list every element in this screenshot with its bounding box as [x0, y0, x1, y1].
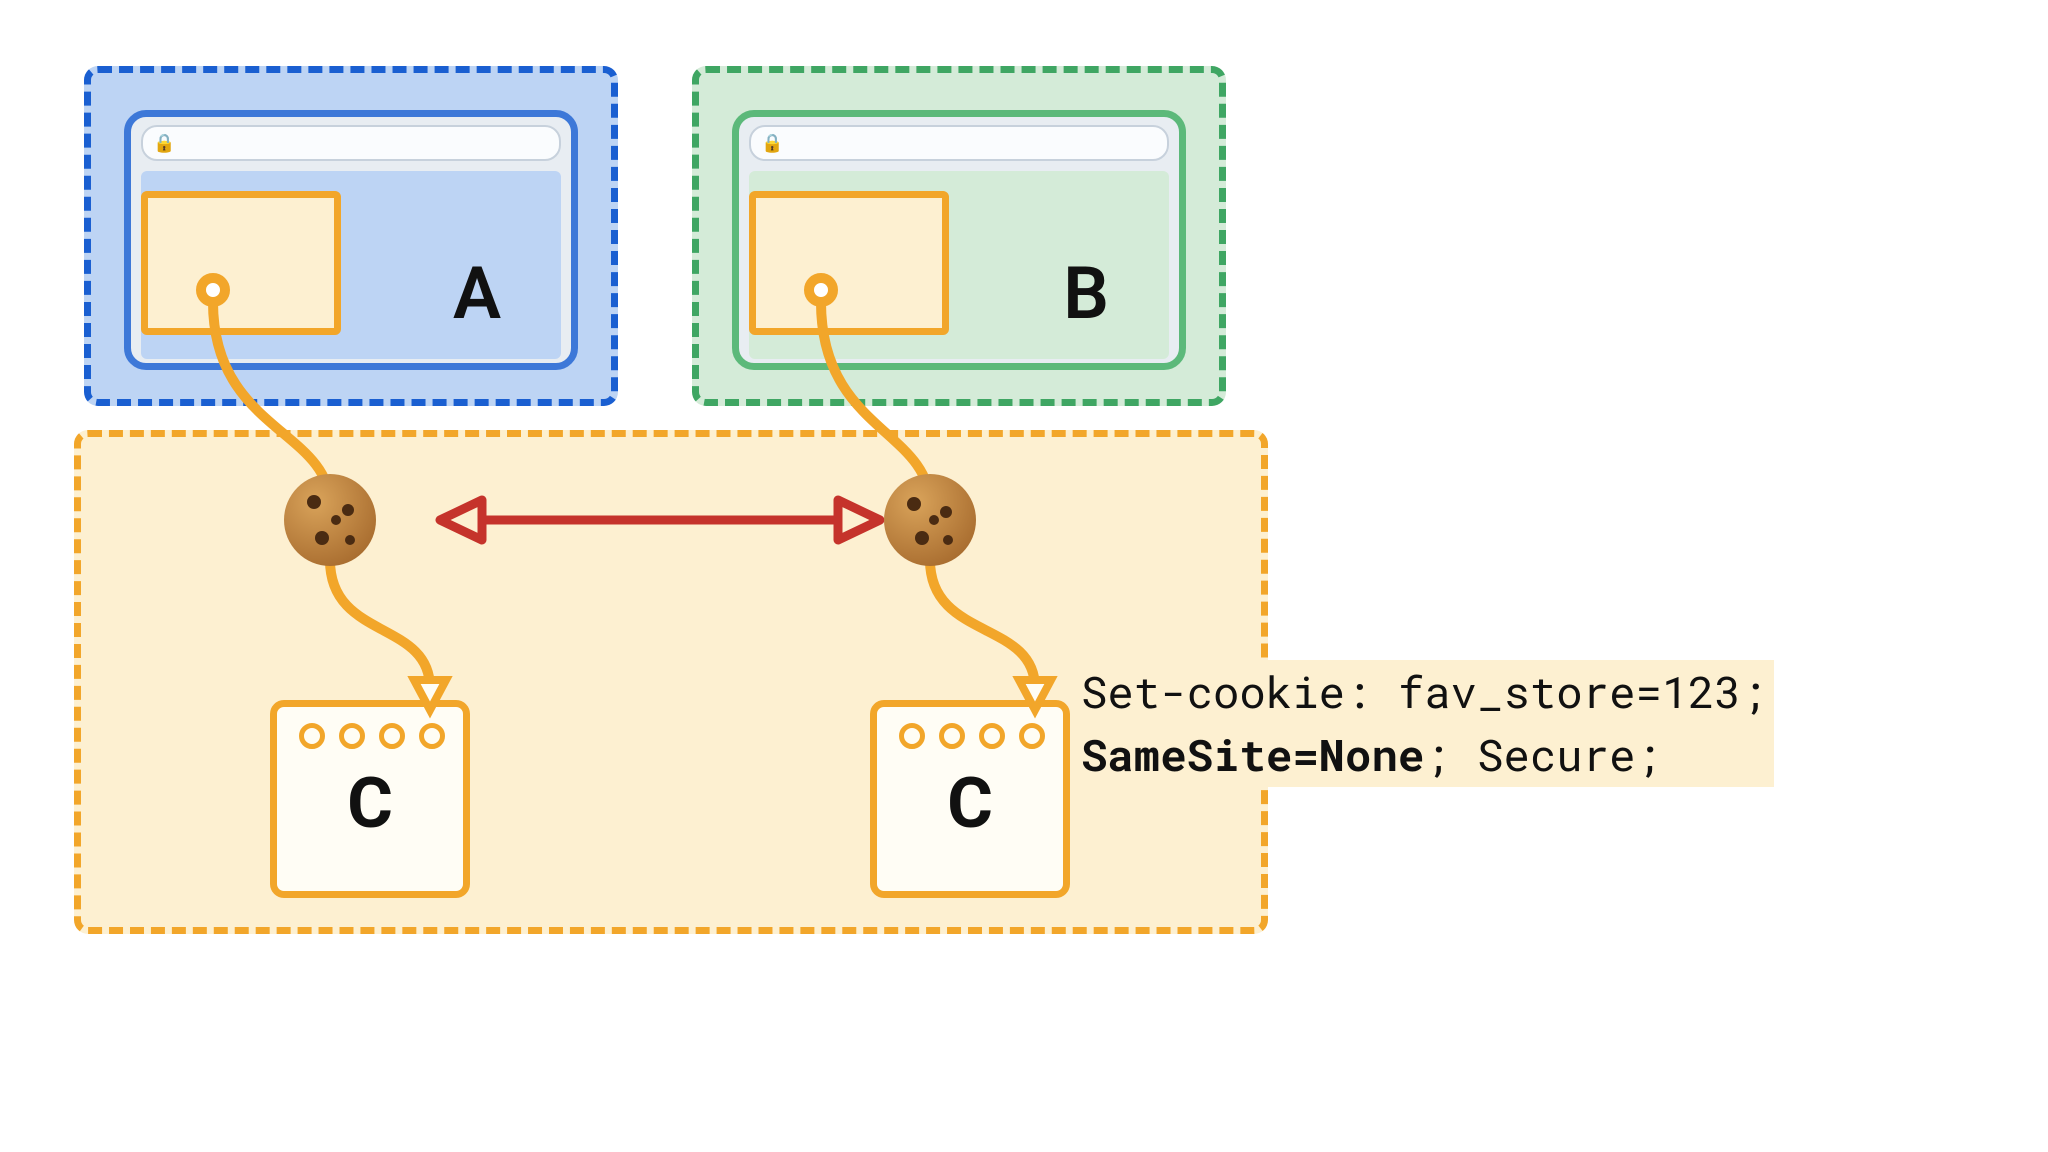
- share-arrow: [440, 500, 880, 540]
- cookie-header-block: Set-cookie: fav_store=123; SameSite=None…: [1075, 660, 1774, 787]
- cookie-header-rest: ; Secure;: [1424, 725, 1662, 783]
- cookie-icon-left: [284, 474, 376, 566]
- cookie-header-line1: Set-cookie: fav_store=123;: [1075, 660, 1774, 723]
- cookie-icon-right: [884, 474, 976, 566]
- cookie-header-line2: SameSite=None; Secure;: [1075, 723, 1774, 786]
- flow-svg: [0, 0, 2048, 1152]
- cookie-header-samesite: SameSite=None: [1081, 725, 1424, 783]
